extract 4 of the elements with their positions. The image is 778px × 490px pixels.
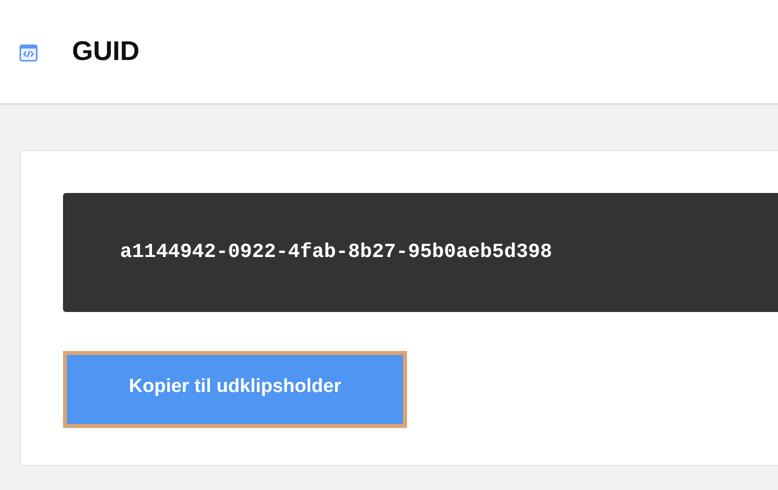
code-window-icon [19,44,38,62]
guid-display: a1144942-0922-4fab-8b27-95b0aeb5d398 [63,193,778,312]
copy-button[interactable]: Kopier til udklipsholder [63,351,407,428]
page-title: GUID [72,36,140,67]
